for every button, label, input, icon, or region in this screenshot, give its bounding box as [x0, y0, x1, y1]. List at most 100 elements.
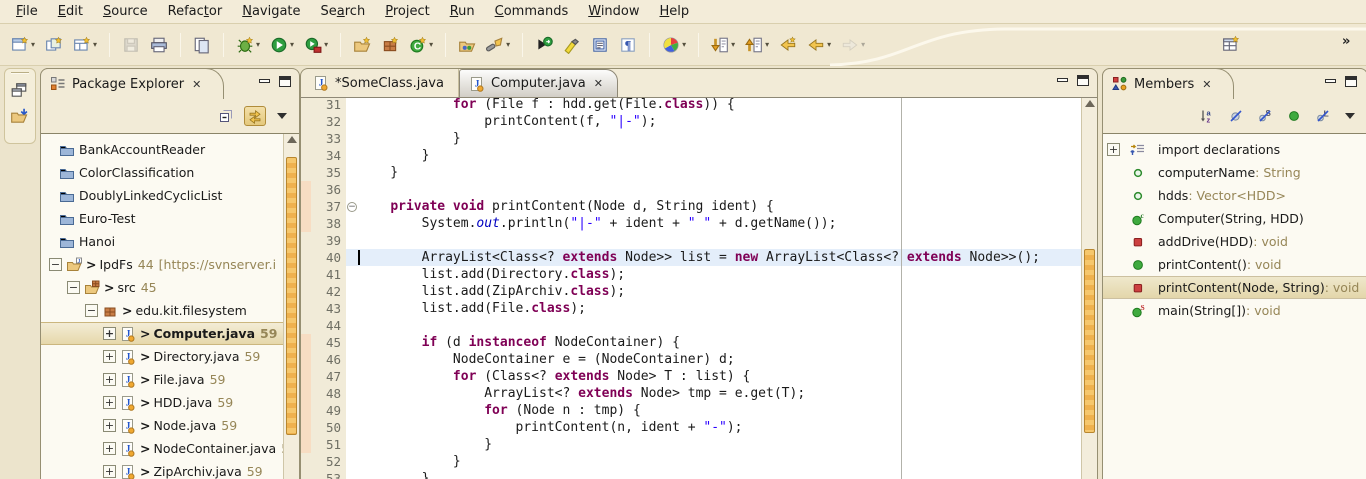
- tree-row-hdd-java[interactable]: +J> HDD.java59: [41, 391, 299, 414]
- menu-search[interactable]: Search: [311, 2, 376, 21]
- dropdown-arrow-icon[interactable]: ▾: [765, 40, 769, 49]
- tree-row-edu-kit-filesystem[interactable]: −> edu.kit.filesystem: [41, 299, 299, 322]
- menu-refactor[interactable]: Refactor: [158, 2, 233, 21]
- restore-view-icon[interactable]: [10, 81, 30, 101]
- menu-run[interactable]: Run: [440, 2, 485, 21]
- menu-edit[interactable]: Edit: [48, 2, 93, 21]
- hide-non-public-button[interactable]: [1283, 106, 1305, 126]
- open-call-hierarchy-button[interactable]: [532, 33, 556, 57]
- dropdown-arrow-icon[interactable]: ▾: [429, 40, 433, 49]
- save-all-button[interactable]: [190, 33, 214, 57]
- dropdown-arrow-icon[interactable]: ▾: [827, 40, 831, 49]
- expander-plus-icon[interactable]: +: [103, 373, 116, 386]
- close-icon[interactable]: ✕: [1202, 78, 1211, 91]
- minimize-button[interactable]: [1057, 78, 1068, 82]
- previous-annotation-button[interactable]: ▾: [742, 33, 772, 57]
- dropdown-arrow-icon[interactable]: ▾: [682, 40, 686, 49]
- expander-plus-icon[interactable]: +: [103, 442, 116, 455]
- show-whitespace-button[interactable]: ¶: [616, 33, 640, 57]
- open-type-button[interactable]: [455, 33, 479, 57]
- tree-row-ipdfs[interactable]: −J> IpdFs44[https://svnserver.i: [41, 253, 299, 276]
- last-edit-location-button[interactable]: [776, 33, 800, 57]
- editor-tab-someclass-java[interactable]: J*SomeClass.java: [304, 69, 459, 97]
- dropdown-arrow-icon[interactable]: ▾: [290, 40, 294, 49]
- expander-plus-icon[interactable]: +: [1107, 143, 1120, 156]
- menu-project[interactable]: Project: [375, 2, 440, 21]
- expander-plus-icon[interactable]: +: [103, 465, 116, 478]
- scrollbar-thumb[interactable]: [286, 157, 297, 435]
- scrollbar-thumb[interactable]: [1084, 249, 1095, 433]
- dropdown-arrow-icon[interactable]: ▾: [93, 40, 97, 49]
- perspective-overflow-chevrons[interactable]: »: [1342, 34, 1348, 49]
- new-view-button[interactable]: ▾: [70, 33, 100, 57]
- tree-row-computer-java[interactable]: +J> Computer.java59: [41, 322, 299, 345]
- tree-row-node-java[interactable]: +J> Node.java59: [41, 414, 299, 437]
- menu-commands[interactable]: Commands: [485, 2, 579, 21]
- search-button[interactable]: ▾: [483, 33, 513, 57]
- tree-row-euro-test[interactable]: Euro-Test: [41, 207, 299, 230]
- new-package-button[interactable]: [378, 33, 402, 57]
- open-perspective-icon[interactable]: [1222, 35, 1240, 53]
- code-text-area[interactable]: for (File f : hdd.get(File.class)) { pri…: [359, 98, 1081, 479]
- tree-row-hanoi[interactable]: Hanoi: [41, 230, 299, 253]
- hide-fields-button[interactable]: [1225, 106, 1247, 126]
- new-button[interactable]: ▾: [8, 33, 38, 57]
- back-button[interactable]: ▾: [804, 33, 834, 57]
- close-icon[interactable]: ✕: [192, 78, 201, 91]
- member-row-printcontent[interactable]: printContent() : void: [1103, 253, 1366, 276]
- member-row-computername[interactable]: computerName : String: [1103, 161, 1366, 184]
- fold-collapse-icon[interactable]: −: [347, 202, 357, 212]
- view-menu-icon[interactable]: [277, 113, 287, 119]
- run-external-tools-button[interactable]: ▾: [301, 33, 331, 57]
- tree-row-file-java[interactable]: +J> File.java59: [41, 368, 299, 391]
- dropdown-arrow-icon[interactable]: ▾: [731, 40, 735, 49]
- dropdown-arrow-icon[interactable]: ▾: [506, 40, 510, 49]
- tree-row-directory-java[interactable]: +J> Directory.java59: [41, 345, 299, 368]
- expander-minus-icon[interactable]: −: [85, 304, 98, 317]
- tree-row-ziparchiv-java[interactable]: +J> ZipArchiv.java59: [41, 460, 299, 479]
- hide-static-members-button[interactable]: S: [1254, 106, 1276, 126]
- dropdown-arrow-icon[interactable]: ▾: [31, 40, 35, 49]
- maximize-button[interactable]: [1345, 76, 1357, 87]
- editor-tab-computer-java[interactable]: JComputer.java✕: [459, 69, 618, 97]
- annotation-ruler[interactable]: [301, 98, 311, 479]
- dropdown-arrow-icon[interactable]: ▾: [861, 40, 865, 49]
- maximize-button[interactable]: [1077, 75, 1089, 86]
- menu-window[interactable]: Window: [578, 2, 649, 21]
- new-java-project-button[interactable]: [350, 33, 374, 57]
- run-button[interactable]: ▾: [267, 33, 297, 57]
- member-row-hdds[interactable]: hdds : Vector<HDD>: [1103, 184, 1366, 207]
- sort-button[interactable]: az: [1196, 106, 1218, 126]
- dropdown-arrow-icon[interactable]: ▾: [324, 40, 328, 49]
- tree-row-doublylinkedcycliclist[interactable]: DoublyLinkedCyclicList: [41, 184, 299, 207]
- members-tab[interactable]: Members ✕: [1102, 68, 1234, 99]
- expander-plus-icon[interactable]: +: [103, 327, 116, 340]
- collapse-all-button[interactable]: [215, 106, 237, 126]
- member-row-import-declarations[interactable]: +import declarations: [1103, 138, 1366, 161]
- member-row-computer-string-hdd[interactable]: cComputer(String, HDD): [1103, 207, 1366, 230]
- minimize-button[interactable]: [1325, 79, 1336, 83]
- link-with-editor-button[interactable]: [244, 106, 266, 126]
- view-menu-icon[interactable]: [1345, 113, 1355, 119]
- maximize-button[interactable]: [279, 76, 291, 87]
- color-wheel-button[interactable]: ▾: [659, 33, 689, 57]
- close-icon[interactable]: ✕: [594, 77, 603, 90]
- expander-minus-icon[interactable]: −: [67, 281, 80, 294]
- print-button[interactable]: [147, 33, 171, 57]
- tree-row-colorclassification[interactable]: ColorClassification: [41, 161, 299, 184]
- debug-button[interactable]: ▾: [233, 33, 263, 57]
- code-editor[interactable]: 3132333435363738394041424344454647484950…: [301, 97, 1097, 479]
- expander-plus-icon[interactable]: +: [103, 419, 116, 432]
- minimize-button[interactable]: [259, 79, 270, 83]
- package-explorer-tab[interactable]: Package Explorer ✕: [40, 68, 224, 99]
- tree-row-nodecontainer-java[interactable]: +J> NodeContainer.java59: [41, 437, 299, 460]
- dropdown-arrow-icon[interactable]: ▾: [256, 40, 260, 49]
- scroll-up-arrow[interactable]: [287, 136, 297, 143]
- menu-navigate[interactable]: Navigate: [232, 2, 310, 21]
- expander-plus-icon[interactable]: +: [103, 350, 116, 363]
- member-row-adddrive-hdd[interactable]: addDrive(HDD) : void: [1103, 230, 1366, 253]
- tree-row-bankaccountreader[interactable]: BankAccountReader: [41, 138, 299, 161]
- expander-minus-icon[interactable]: −: [49, 258, 62, 271]
- next-annotation-button[interactable]: ▾: [708, 33, 738, 57]
- member-row-main-string[interactable]: Smain(String[]) : void: [1103, 299, 1366, 322]
